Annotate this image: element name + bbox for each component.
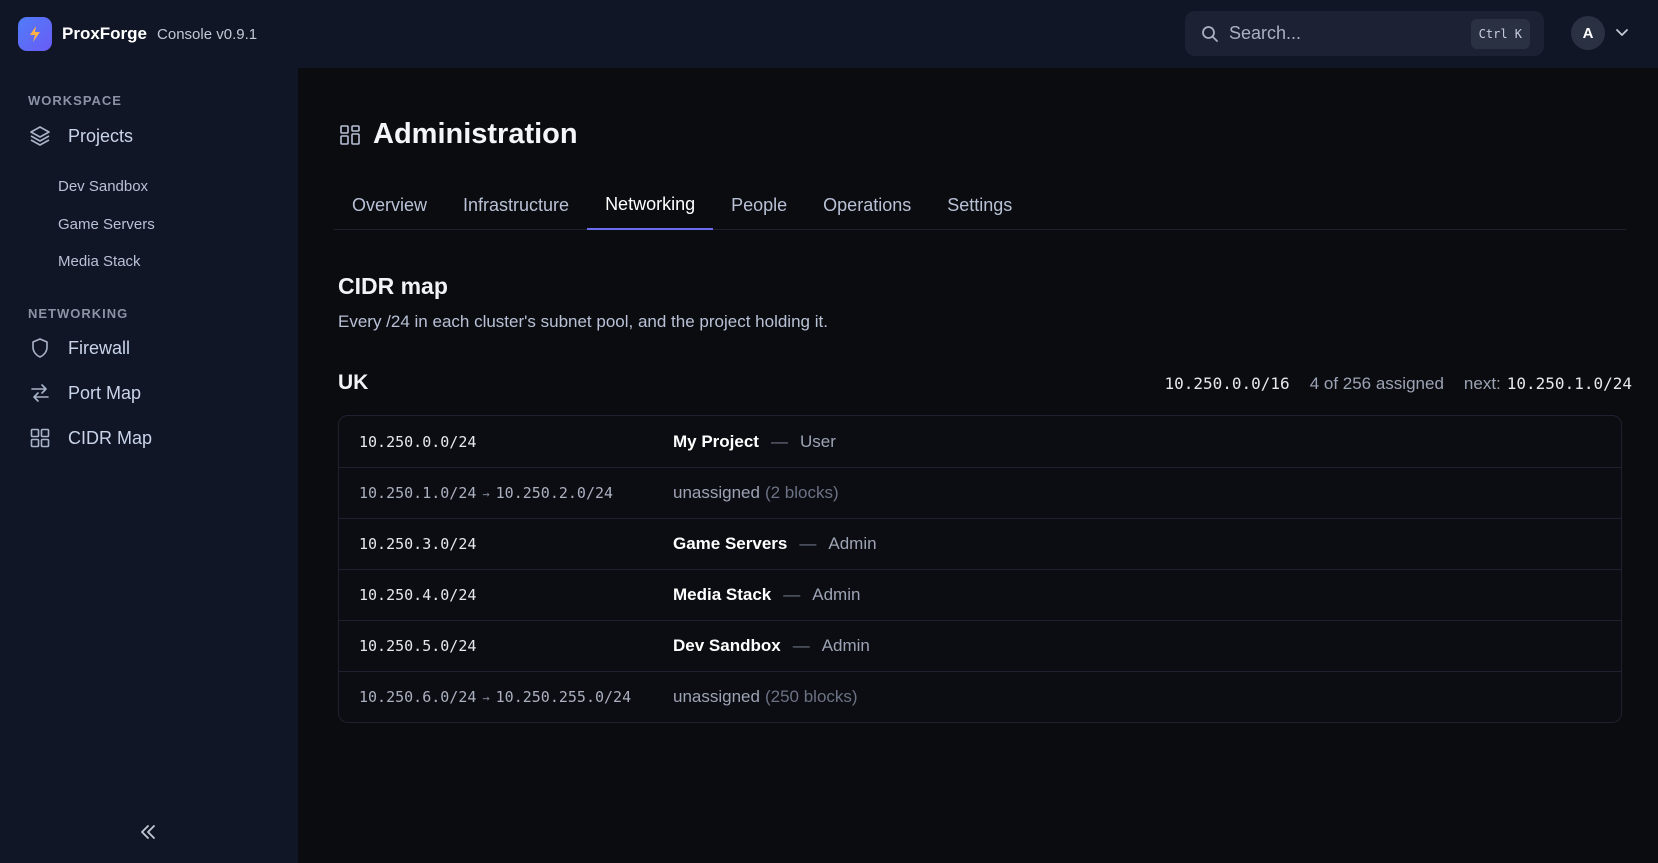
tab-infrastructure[interactable]: Infrastructure <box>445 180 587 230</box>
unassigned-label: unassigned <box>673 687 760 706</box>
section-title: CIDR map <box>338 273 448 299</box>
sidebar-project-dev-sandbox[interactable]: Dev Sandbox <box>58 178 148 195</box>
tab-overview[interactable]: Overview <box>334 180 445 230</box>
main-content: Administration Overview Infrastructure N… <box>298 68 1658 863</box>
project-name: Dev Sandbox <box>673 636 781 655</box>
cidr-range: 10.250.3.0/24 <box>339 535 673 553</box>
cidr-range: 10.250.6.0/24 → 10.250.255.0/24 <box>339 688 673 706</box>
sidebar-item-firewall[interactable]: Firewall <box>28 336 130 360</box>
project-name: Game Servers <box>673 534 788 553</box>
sidebar-item-cidr-map[interactable]: CIDR Map <box>28 426 152 450</box>
sidebar-item-label: CIDR Map <box>68 427 153 448</box>
unassigned-label: unassigned <box>673 483 760 502</box>
cidr-range: 10.250.4.0/24 <box>339 586 673 604</box>
sidebar-item-label: Port Map <box>68 382 142 403</box>
brand[interactable]: ProxForge Console v0.9.1 <box>18 17 257 51</box>
project-role: Admin <box>812 585 861 604</box>
section-description: Every /24 in each cluster's subnet pool,… <box>338 312 828 331</box>
cidr-range: 10.250.0.0/24 <box>339 433 673 451</box>
cidr-owner: unassigned (250 blocks) <box>673 687 858 707</box>
sidebar-project-game-servers[interactable]: Game Servers <box>58 216 155 233</box>
cidr-owner: Dev Sandbox — Admin <box>673 636 870 656</box>
block-count: (250 blocks) <box>764 687 858 706</box>
cidr-range: 10.250.1.0/24 → 10.250.2.0/24 <box>339 484 673 502</box>
arrow-right-icon: → <box>482 691 490 705</box>
sidebar-section-workspace: WORKSPACE <box>28 93 122 108</box>
arrow-right-icon: → <box>482 487 490 501</box>
table-row[interactable]: 10.250.4.0/24 Media Stack — Admin <box>339 569 1621 620</box>
app-version: Console v0.9.1 <box>157 25 258 43</box>
top-bar: ProxForge Console v0.9.1 Search... Ctrl … <box>0 0 1658 68</box>
sidebar-item-projects[interactable]: Projects <box>28 124 133 148</box>
search-placeholder: Search... <box>1229 23 1302 43</box>
double-chevron-left-icon[interactable] <box>136 820 160 844</box>
separator-dash: — <box>783 585 801 604</box>
cluster-name: UK <box>338 371 369 394</box>
cidr-table: 10.250.0.0/24 My Project — User 10.250.1… <box>338 415 1622 723</box>
table-row[interactable]: 10.250.6.0/24 → 10.250.255.0/24 unassigned… <box>339 671 1621 722</box>
range-end: 10.250.2.0/24 <box>495 484 614 502</box>
range-start: 10.250.5.0/24 <box>359 637 477 655</box>
cluster-cidr: 10.250.0.0/16 <box>1164 374 1290 393</box>
table-row[interactable]: 10.250.5.0/24 Dev Sandbox — Admin <box>339 620 1621 671</box>
tab-operations[interactable]: Operations <box>805 180 929 230</box>
project-name: My Project <box>673 431 759 451</box>
search-icon <box>1202 25 1218 42</box>
cidr-owner: unassigned (2 blocks) <box>673 483 839 503</box>
cidr-owner: Media Stack — Admin <box>673 585 860 605</box>
layers-icon <box>30 126 50 146</box>
cluster-assigned-summary: 4 of 256 assigned <box>1309 374 1444 393</box>
cluster-meta: 10.250.0.0/16 4 of 256 assigned next: 10… <box>1164 374 1632 394</box>
range-start: 10.250.3.0/24 <box>359 535 477 553</box>
sidebar-project-media-stack[interactable]: Media Stack <box>58 253 141 270</box>
range-start: 10.250.4.0/24 <box>359 586 477 604</box>
dashboard-icon <box>340 124 360 145</box>
tab-networking[interactable]: Networking <box>587 180 714 230</box>
block-count: (2 blocks) <box>764 483 839 502</box>
cidr-range: 10.250.5.0/24 <box>339 637 673 655</box>
avatar[interactable]: A <box>1571 16 1605 50</box>
table-row[interactable]: 10.250.1.0/24 → 10.250.2.0/24 unassigned (… <box>339 467 1621 518</box>
shield-icon <box>32 338 48 358</box>
sidebar-item-label: Firewall <box>68 337 131 358</box>
chevron-down-icon[interactable] <box>1614 26 1630 40</box>
range-start: 10.250.0.0/24 <box>359 432 477 451</box>
app-name: ProxForge <box>62 24 148 43</box>
search-shortcut: Ctrl K <box>1470 18 1530 49</box>
table-row[interactable]: 10.250.0.0/24 My Project — User <box>339 416 1621 467</box>
project-role: Admin <box>821 636 870 655</box>
range-start: 10.250.1.0/24 <box>359 484 477 502</box>
cidr-owner: Game Servers — Admin <box>673 534 877 554</box>
sidebar-item-port-map[interactable]: Port Map <box>28 381 141 405</box>
project-role: User <box>799 431 836 451</box>
separator-dash: — <box>770 431 788 451</box>
separator-dash: — <box>799 534 817 553</box>
page-title: Administration <box>373 118 578 150</box>
sidebar: WORKSPACE Projects Dev Sandbox Game Serv… <box>0 68 298 863</box>
sidebar-item-label: Projects <box>68 125 134 146</box>
grid-icon <box>30 428 50 448</box>
cluster-next-label: next: <box>1463 374 1501 393</box>
table-row[interactable]: 10.250.3.0/24 Game Servers — Admin <box>339 518 1621 569</box>
range-end: 10.250.255.0/24 <box>495 688 632 706</box>
cidr-owner: My Project — User <box>673 432 836 452</box>
tab-bar: Overview Infrastructure Networking Peopl… <box>334 180 1626 230</box>
sidebar-section-networking: NETWORKING <box>28 306 129 321</box>
tab-settings[interactable]: Settings <box>929 180 1030 230</box>
project-name: Media Stack <box>673 585 772 604</box>
arrows-swap-icon <box>31 384 49 402</box>
tab-people[interactable]: People <box>713 180 805 230</box>
separator-dash: — <box>792 636 810 655</box>
page-header: Administration <box>339 118 578 151</box>
search-input[interactable]: Search... Ctrl K <box>1185 11 1544 56</box>
project-role: Admin <box>828 534 877 553</box>
bolt-icon <box>18 17 52 51</box>
cluster-next-value: 10.250.1.0/24 <box>1506 374 1632 393</box>
range-start: 10.250.6.0/24 <box>359 688 477 706</box>
